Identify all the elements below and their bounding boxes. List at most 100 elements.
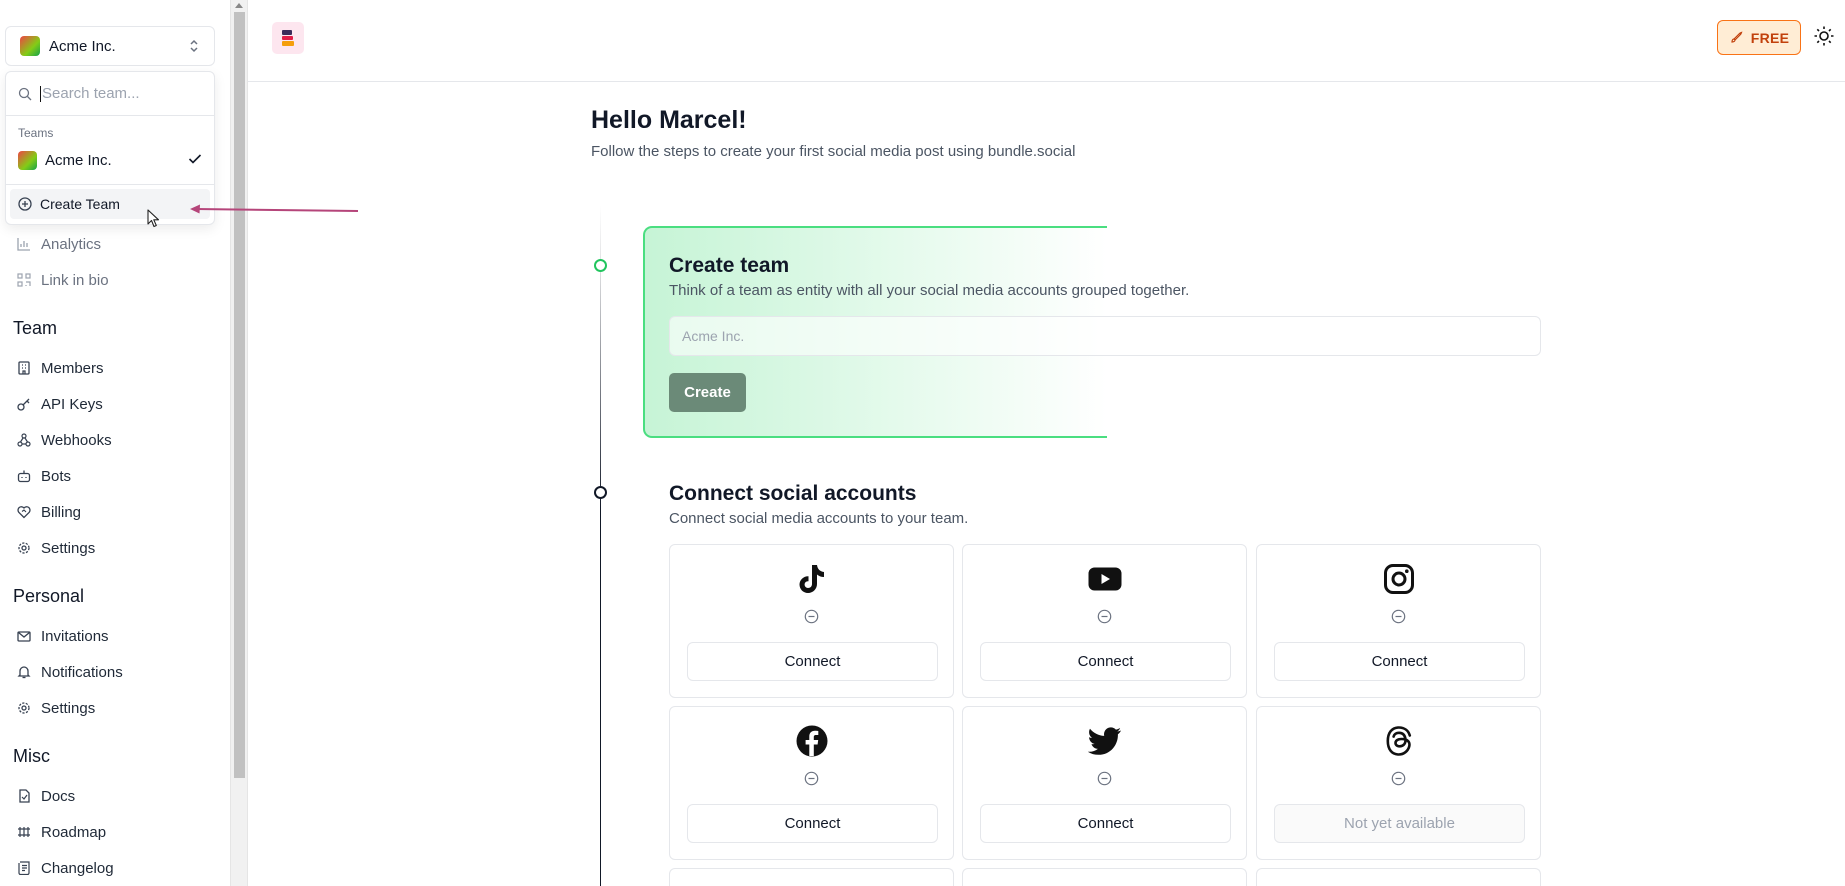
minus-circle-icon [1257, 771, 1540, 786]
sidebar-item-label: Changelog [41, 859, 114, 877]
social-tile-threads: Not yet available [1256, 706, 1541, 860]
sidebar-item-api-keys[interactable]: API Keys [17, 392, 103, 416]
sidebar-item-label: Members [41, 359, 104, 377]
heart-handshake-icon [17, 505, 31, 519]
social-tile-twitter: Connect [962, 706, 1247, 860]
sidebar-item-label: Settings [41, 699, 96, 717]
create-team-subtitle: Think of a team as entity with all your … [669, 282, 1190, 299]
sidebar-item-roadmap[interactable]: Roadmap [17, 820, 106, 844]
instagram-icon [1257, 563, 1540, 595]
mouse-pointer-icon [147, 209, 161, 234]
team-name-input[interactable]: Acme Inc. [669, 316, 1541, 356]
sidebar-item-label: Roadmap [41, 823, 107, 841]
social-tile-partial-1 [669, 868, 954, 886]
page-subtitle: Follow the steps to create your first so… [591, 143, 1076, 160]
sun-icon [1813, 25, 1835, 52]
sidebar-item-label: Bots [41, 467, 72, 485]
sidebar-item-personal-settings[interactable]: Settings [17, 696, 95, 720]
team-switcher[interactable]: Acme Inc. [5, 26, 215, 66]
sidebar-item-label: Docs [41, 787, 76, 805]
social-tile-tiktok: Connect [669, 544, 954, 698]
team-avatar [20, 36, 40, 56]
sidebar-item-label: Link in bio [41, 271, 109, 289]
minus-circle-icon [1257, 609, 1540, 624]
plan-badge-label: FREE [1750, 29, 1790, 46]
dropdown-divider [6, 184, 214, 185]
create-team-title: Create team [669, 254, 790, 277]
top-header: FREE [248, 0, 1845, 82]
sidebar-item-members[interactable]: Members [17, 356, 104, 380]
twitter-icon [963, 725, 1246, 757]
minus-circle-icon [963, 609, 1246, 624]
text-caret [40, 85, 41, 102]
sidebar-item-billing[interactable]: Billing [17, 500, 81, 524]
section-title-misc: Misc [13, 746, 50, 766]
create-team-option[interactable]: Create Team [10, 189, 210, 219]
team-option-acme[interactable]: Acme Inc. [6, 144, 214, 176]
tiktok-icon [670, 563, 953, 595]
minus-circle-icon [670, 609, 953, 624]
team-switcher-label: Acme Inc. [49, 37, 116, 55]
create-team-label: Create Team [40, 196, 120, 212]
scroll-up-arrow-icon[interactable] [235, 3, 243, 8]
youtube-icon [963, 563, 1246, 595]
sidebar-item-changelog[interactable]: Changelog [17, 856, 114, 880]
social-tile-youtube: Connect [962, 544, 1247, 698]
sidebar-item-label: Billing [41, 503, 82, 521]
sidebar-item-analytics[interactable]: Analytics [17, 232, 101, 256]
building-icon [17, 361, 31, 375]
team-search-input[interactable] [42, 85, 202, 102]
social-tile-facebook: Connect [669, 706, 954, 860]
sidebar-item-invitations[interactable]: Invitations [17, 624, 109, 648]
page-title: Hello Marcel! [591, 106, 747, 134]
section-title-team: Team [13, 318, 58, 338]
bot-icon [17, 469, 31, 483]
social-tile-instagram: Connect [1256, 544, 1541, 698]
connect-accounts-subtitle: Connect social media accounts to your te… [669, 510, 969, 527]
connect-button-instagram[interactable]: Connect [1274, 642, 1525, 681]
plus-circle-icon [18, 197, 32, 211]
plan-badge[interactable]: FREE [1717, 20, 1801, 55]
sidebar-item-link-in-bio[interactable]: Link in bio [17, 268, 109, 292]
sidebar-item-label: Analytics [41, 235, 102, 253]
qr-code-icon [17, 273, 31, 287]
gear-icon [17, 701, 31, 715]
connect-button-youtube[interactable]: Connect [980, 642, 1231, 681]
team-option-label: Acme Inc. [45, 151, 112, 169]
create-button[interactable]: Create [669, 373, 746, 412]
sidebar-item-label: Invitations [41, 627, 109, 645]
minus-circle-icon [963, 771, 1246, 786]
gear-icon [17, 541, 31, 555]
theme-toggle-button[interactable] [1811, 25, 1837, 51]
step-1-dot [594, 259, 607, 272]
sidebar-item-label: Webhooks [41, 431, 112, 449]
sidebar-item-label: Notifications [41, 663, 123, 681]
search-icon [18, 87, 32, 101]
threads-unavailable-button: Not yet available [1274, 804, 1525, 843]
section-title-personal: Personal [13, 586, 85, 606]
sidebar-item-notifications[interactable]: Notifications [17, 660, 123, 684]
connect-button-twitter[interactable]: Connect [980, 804, 1231, 843]
roadmap-icon [17, 825, 31, 839]
connect-button-facebook[interactable]: Connect [687, 804, 938, 843]
mail-icon [17, 629, 31, 643]
team-search [6, 72, 214, 116]
sidebar-item-team-settings[interactable]: Settings [17, 536, 95, 560]
connect-button-tiktok[interactable]: Connect [687, 642, 938, 681]
rocket-icon [1729, 31, 1743, 45]
connect-accounts-title: Connect social accounts [669, 482, 917, 505]
sidebar-item-webhooks[interactable]: Webhooks [17, 428, 112, 452]
bar-chart-icon [17, 237, 31, 251]
social-tile-partial-3 [1256, 868, 1541, 886]
sidebar-scrollbar[interactable] [230, 0, 248, 886]
sidebar-item-bots[interactable]: Bots [17, 464, 71, 488]
chevrons-up-down-icon [188, 38, 200, 55]
scroll-icon [17, 861, 31, 875]
sidebar-item-docs[interactable]: Docs [17, 784, 75, 808]
file-icon [17, 789, 31, 803]
facebook-icon [670, 725, 953, 757]
step-2-dot [594, 486, 607, 499]
webhook-icon [17, 433, 31, 447]
app-logo[interactable] [272, 22, 304, 54]
scrollbar-thumb[interactable] [234, 12, 245, 778]
